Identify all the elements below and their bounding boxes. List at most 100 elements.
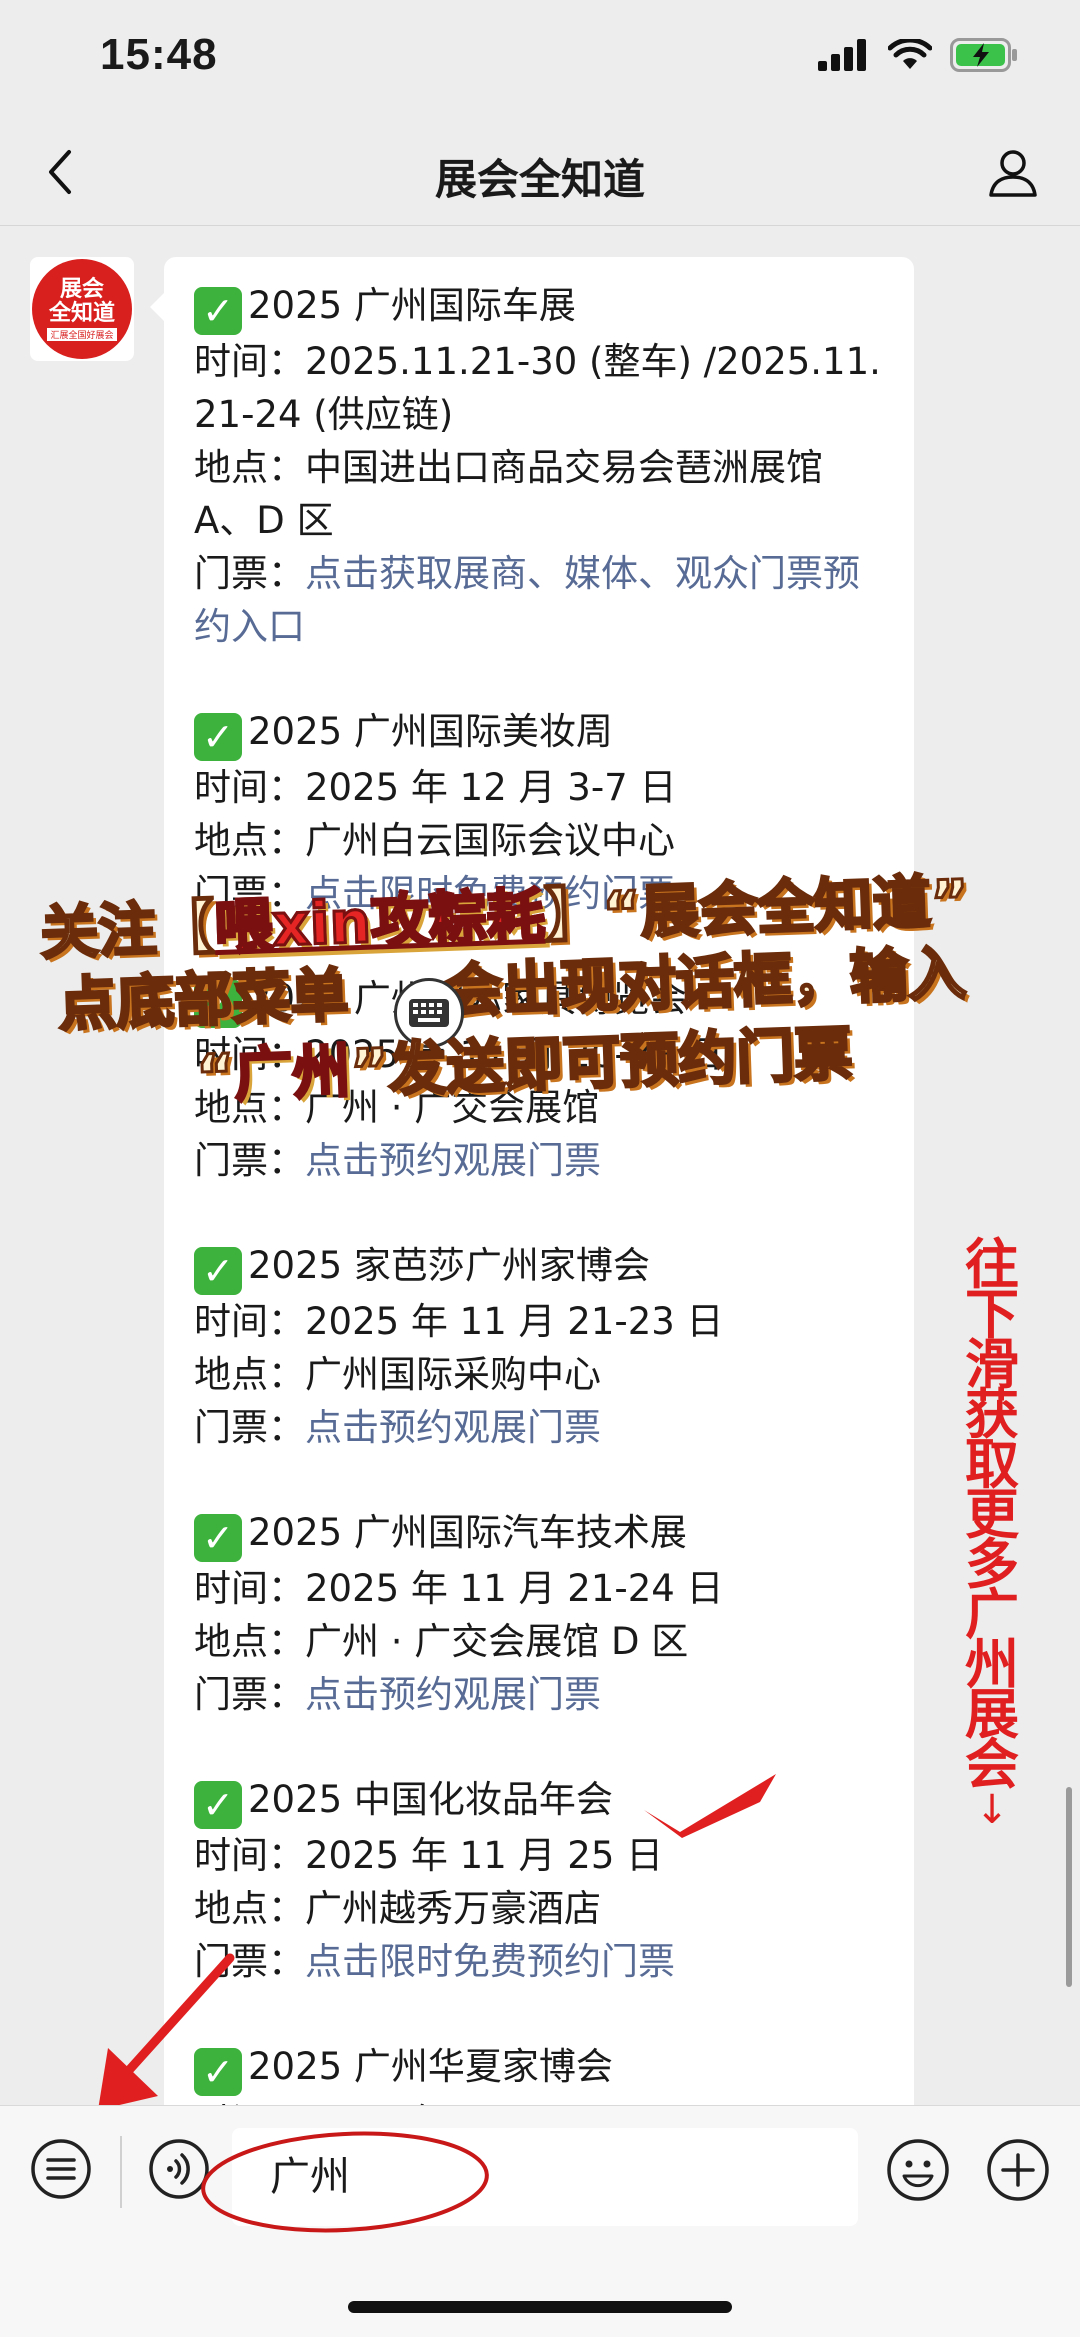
- expo-entry: ✓ 2025 家芭莎广州家博会 时间：2025 年 11 月 21-23 日地点：广…: [194, 1239, 884, 1454]
- detail-value: 2025 年 11 月 25 日: [305, 1834, 664, 1877]
- expo-detail-line: 门票：点击获取展商、媒体、观众门票预约入口: [194, 547, 884, 653]
- expo-detail-line: 地点：广州越秀万豪酒店: [194, 1882, 884, 1935]
- status-icons: [818, 38, 1020, 72]
- overlay-text-3b: 广州: [232, 1036, 353, 1111]
- ticket-link[interactable]: 点击预约观展门票: [305, 1406, 601, 1449]
- expo-detail-line: 门票：点击预约观展门票: [194, 1668, 884, 1721]
- scrollbar[interactable]: [1066, 1787, 1072, 1987]
- side-hint-char: 会: [965, 1733, 1019, 1796]
- detail-label: 门票：: [194, 552, 305, 595]
- detail-value: 广州国际采购中心: [305, 1353, 601, 1396]
- expo-title: ✓ 2025 广州华夏家博会: [194, 2040, 884, 2096]
- detail-label: 门票：: [194, 1673, 305, 1716]
- expo-detail-line: 门票：点击预约观展门票: [194, 1134, 884, 1187]
- expo-title-text: 2025 家芭莎广州家博会: [248, 1244, 650, 1287]
- ticket-link[interactable]: 点击限时免费预约门票: [305, 1940, 675, 1983]
- detail-label: 时间：: [194, 1834, 305, 1877]
- person-icon: [989, 150, 1037, 197]
- detail-label: 时间：: [194, 1300, 305, 1343]
- expo-title-text: 2025 广州国际车展: [248, 284, 576, 327]
- message-bubble: ✓ 2025 广州国际车展 时间：2025.11.21-30 (整车) /2025.…: [150, 257, 914, 2105]
- check-mark-icon: ✓: [194, 713, 242, 761]
- signal-icon: [818, 39, 866, 71]
- avatar[interactable]: 展会 全知道 汇展全国好展会: [30, 257, 134, 361]
- detail-value: 广州白云国际会议中心: [305, 819, 675, 862]
- check-mark-icon: ✓: [194, 1514, 242, 1562]
- expo-detail-line: 时间：2025 年 12 月 3-7 日: [194, 761, 884, 814]
- plus-icon: [987, 2139, 1049, 2201]
- detail-value: 2025 年 12 月 3-7 日: [305, 766, 677, 809]
- avatar-line1: 展会: [59, 276, 104, 302]
- menu-button[interactable]: [28, 2136, 94, 2202]
- red-arrow-annotation: [98, 1953, 235, 2110]
- expo-detail-line: 地点：广州国际采购中心: [194, 1348, 884, 1401]
- ticket-link[interactable]: 点击预约观展门票: [305, 1139, 601, 1182]
- profile-button[interactable]: [980, 140, 1046, 206]
- expo-entry: ✓ 2025 广州国际汽车技术展 时间：2025 年 11 月 21-24 日地点：…: [194, 1506, 884, 1721]
- expo-detail-line: 地点：广州 · 广交会展馆 D 区: [194, 1615, 884, 1668]
- detail-label: 时间：: [194, 1567, 305, 1610]
- status-bar: 15:48: [0, 0, 1080, 120]
- home-indicator: [348, 2301, 732, 2313]
- expo-detail-line: 时间：2025 年 11 月 21-24 日: [194, 1562, 884, 1615]
- list-menu-icon: [31, 2139, 91, 2199]
- detail-label: 门票：: [194, 1406, 305, 1449]
- overlay-text-3c: ”发送即可预约门票: [348, 1018, 855, 1106]
- detail-label: 时间：: [194, 340, 305, 383]
- chat-area[interactable]: 展会 全知道 汇展全国好展会 ✓ 2025 广州国际车展 时间：2025.11.21…: [0, 227, 1080, 2105]
- detail-label: 地点：: [194, 1353, 305, 1396]
- emoji-button[interactable]: [884, 2136, 952, 2204]
- expo-title: ✓ 2025 广州国际美妆周: [194, 705, 884, 761]
- expo-entry: ✓ 2025 广州国际车展 时间：2025.11.21-30 (整车) /2025.…: [194, 279, 884, 653]
- expo-list: ✓ 2025 广州国际车展 时间：2025.11.21-30 (整车) /2025.…: [194, 279, 884, 2105]
- expo-title-text: 2025 广州国际汽车技术展: [248, 1511, 687, 1554]
- detail-label: 地点：: [194, 819, 305, 862]
- expo-detail-line: 时间：2025 年 11 月 25 日: [194, 1829, 884, 1882]
- check-mark-icon: ✓: [194, 1781, 242, 1829]
- expo-title: ✓ 2025 中国化妆品年会: [194, 1773, 884, 1829]
- avatar-logo: 展会 全知道 汇展全国好展会: [32, 259, 132, 359]
- expo-title-text: 2025 广州国际美妆周: [248, 710, 613, 753]
- red-checkmark-annotation: [644, 1774, 776, 1838]
- detail-label: 地点：: [194, 1887, 305, 1930]
- wifi-icon: [888, 39, 932, 69]
- detail-value: 2025 年 11 月 21-23 日: [305, 1300, 724, 1343]
- detail-value: 2025 年 11 月 21-24 日: [305, 1567, 724, 1610]
- expo-entry: ✓ 2025 中国化妆品年会 时间：2025 年 11 月 25 日地点：广州越秀万…: [194, 1773, 884, 1988]
- expo-title-text: 2025 广州华夏家博会: [248, 2045, 613, 2088]
- down-arrow-icon: ↓: [975, 1787, 1009, 1833]
- battery-charging-icon: [950, 38, 1017, 72]
- expo-detail-line: 时间：2025 年 12 月 12-14 日: [194, 2096, 884, 2105]
- more-button[interactable]: [984, 2136, 1052, 2204]
- expo-detail-line: 地点：中国进出口商品交易会琶洲展馆 A、D 区: [194, 441, 884, 547]
- avatar-line3: 汇展全国好展会: [47, 327, 117, 341]
- check-mark-icon: ✓: [194, 1247, 242, 1295]
- smile-icon: [887, 2139, 949, 2201]
- avatar-line2: 全知道: [48, 300, 115, 326]
- detail-value: 广州越秀万豪酒店: [305, 1887, 601, 1930]
- status-time: 15:48: [100, 30, 218, 79]
- detail-label: 地点：: [194, 446, 305, 489]
- expo-detail-line: 地点：广州白云国际会议中心: [194, 814, 884, 867]
- input-bar: 广州: [0, 2105, 1080, 2337]
- detail-label: 门票：: [194, 1139, 305, 1182]
- expo-detail-line: 时间：2025 年 11 月 21-23 日: [194, 1295, 884, 1348]
- expo-detail-line: 门票：点击预约观展门票: [194, 1401, 884, 1454]
- expo-title: ✓ 2025 广州国际汽车技术展: [194, 1506, 884, 1562]
- page-title: 展会全知道: [434, 155, 645, 204]
- expo-title: ✓ 2025 广州国际车展: [194, 279, 884, 335]
- red-circle-annotation: [201, 2131, 489, 2233]
- detail-label: 时间：: [194, 766, 305, 809]
- check-mark-icon: ✓: [194, 287, 242, 335]
- expo-title: ✓ 2025 家芭莎广州家博会: [194, 1239, 884, 1295]
- detail-value: 广州 · 广交会展馆 D 区: [305, 1620, 689, 1663]
- input-divider: [120, 2136, 122, 2208]
- nav-bar: 展会全知道: [0, 120, 1080, 226]
- expo-entry: ✓2025 广州华夏家博会时间：2025 年 12 月 12-14 日: [194, 2040, 884, 2105]
- side-hint-text: 往下滑获取更多广州展会 ↓: [962, 1238, 1022, 1833]
- ticket-link[interactable]: 点击预约观展门票: [305, 1673, 601, 1716]
- overlay-text-3a: “: [194, 1040, 237, 1112]
- expo-detail-line: 门票：点击限时免费预约门票: [194, 1935, 884, 1988]
- expo-title-text: 2025 中国化妆品年会: [248, 1778, 613, 1821]
- expo-detail-line: 时间：2025.11.21-30 (整车) /2025.11.21-24 (供应…: [194, 335, 884, 441]
